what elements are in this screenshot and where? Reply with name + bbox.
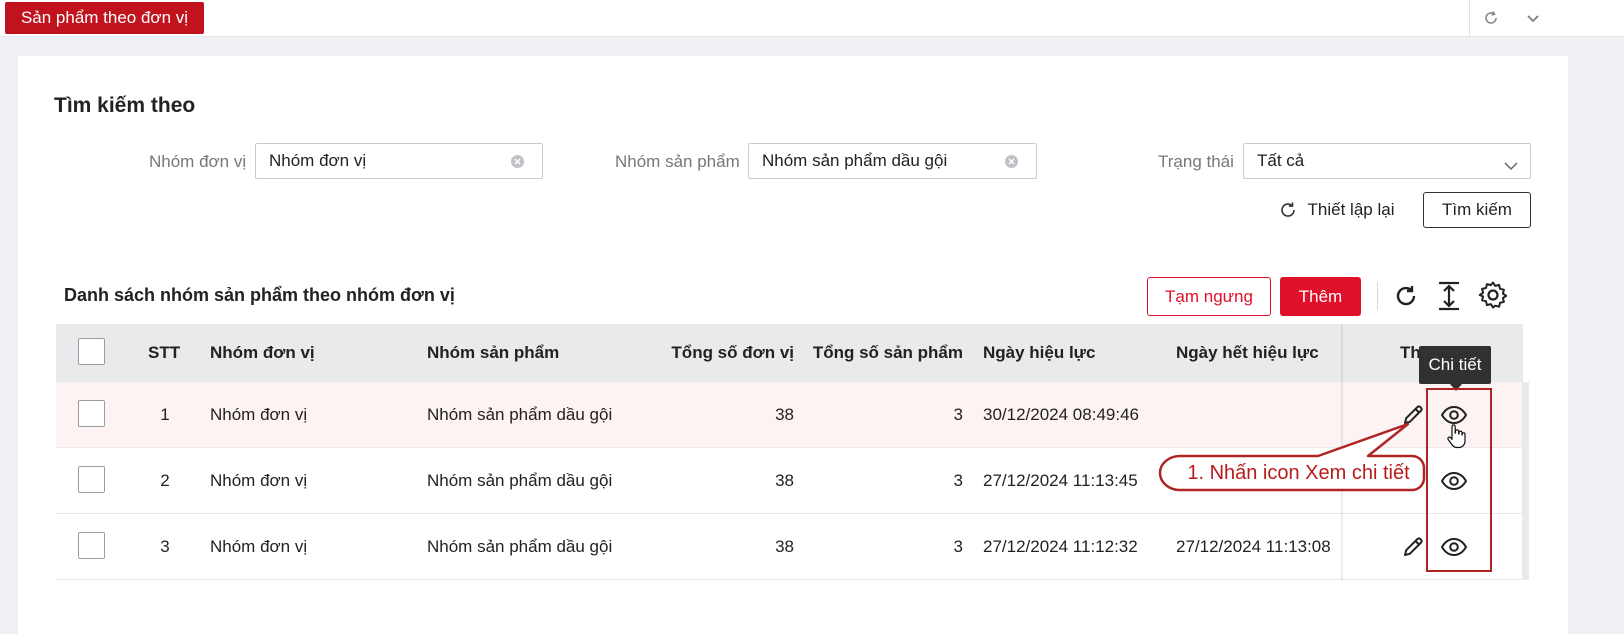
product-group-label: Nhóm sản phẩm	[615, 152, 740, 171]
cell-product-group: Nhóm sản phẩm dầu gội	[427, 470, 613, 490]
search-button[interactable]: Tìm kiếm	[1423, 192, 1531, 228]
cell-total-products: 3	[953, 404, 963, 424]
reset-icon	[1278, 200, 1298, 220]
unit-group-select[interactable]: Nhóm đơn vị	[255, 143, 543, 179]
column-header-product-group[interactable]: Nhóm sản phẩm	[427, 324, 559, 382]
scrollbar-track[interactable]	[1522, 382, 1529, 580]
product-group-value: Nhóm sản phẩm dầu gội	[762, 151, 948, 170]
cell-unit-group: Nhóm đơn vị	[210, 536, 308, 556]
table-header: STT Nhóm đơn vị Nhóm sản phẩm Tổng số đơ…	[56, 324, 1523, 382]
cell-unit-group: Nhóm đơn vị	[210, 470, 308, 490]
status-value: Tất cả	[1257, 151, 1305, 170]
status-label: Trạng thái	[1158, 152, 1234, 171]
cell-stt: 1	[160, 404, 170, 424]
list-title: Danh sách nhóm sản phẩm theo nhóm đơn vị	[64, 285, 455, 305]
product-group-select[interactable]: Nhóm sản phẩm dầu gội	[748, 143, 1037, 179]
cell-total-units: 38	[775, 536, 794, 556]
column-header-total-products[interactable]: Tổng số sản phẩm	[806, 324, 963, 382]
table-row[interactable]: 3 Nhóm đơn vị Nhóm sản phẩm dầu gội 38 3…	[56, 514, 1523, 580]
row-checkbox[interactable]	[78, 400, 105, 427]
reset-button[interactable]: Thiết lập lại	[1258, 192, 1414, 228]
cell-total-units: 38	[775, 470, 794, 490]
cell-total-products: 3	[953, 536, 963, 556]
cell-total-units: 38	[775, 404, 794, 424]
cell-total-products: 3	[953, 470, 963, 490]
refresh-icon[interactable]	[1477, 6, 1505, 30]
clear-icon[interactable]	[511, 155, 524, 168]
row-checkbox[interactable]	[78, 466, 105, 493]
column-header-total-units[interactable]: Tổng số đơn vị	[636, 324, 794, 382]
unit-group-label: Nhóm đơn vị	[149, 152, 247, 171]
search-section-title: Tìm kiếm theo	[54, 94, 196, 117]
cell-effective-date: 27/12/2024 11:13:45	[983, 470, 1138, 490]
chevron-down-icon[interactable]	[1519, 6, 1547, 30]
cell-effective-date: 27/12/2024 11:12:32	[983, 536, 1138, 556]
divider	[1469, 0, 1470, 36]
annotation-text: 1. Nhấn icon Xem chi tiết	[1187, 461, 1410, 484]
tab-san-pham-theo-don-vi[interactable]: Sản phẩm theo đơn vị	[5, 2, 204, 34]
suspend-button[interactable]: Tạm ngưng	[1147, 277, 1271, 316]
cell-expiry-date: 27/12/2024 11:13:08	[1176, 536, 1331, 556]
column-header-unit-group[interactable]: Nhóm đơn vị	[210, 324, 315, 382]
reload-icon[interactable]	[1390, 280, 1422, 312]
clear-icon[interactable]	[1005, 155, 1018, 168]
cell-unit-group: Nhóm đơn vị	[210, 404, 308, 424]
cell-product-group: Nhóm sản phẩm dầu gội	[427, 536, 613, 556]
column-header-expiry-date[interactable]: Ngày hết hiệu lực	[1176, 324, 1319, 382]
cell-effective-date: 30/12/2024 08:49:46	[983, 404, 1139, 424]
edit-pencil-icon[interactable]	[1398, 514, 1428, 579]
chevron-down-icon	[1504, 156, 1518, 176]
status-select[interactable]: Tất cả	[1243, 143, 1531, 179]
tooltip-chi-tiet: Chi tiết	[1419, 346, 1491, 391]
column-header-stt[interactable]: STT	[148, 324, 180, 382]
reset-label: Thiết lập lại	[1307, 200, 1395, 219]
column-header-effective-date[interactable]: Ngày hiệu lực	[983, 324, 1095, 382]
select-all-checkbox[interactable]	[78, 338, 105, 365]
cell-product-group: Nhóm sản phẩm dầu gội	[427, 404, 613, 424]
cell-stt: 3	[160, 536, 170, 556]
unit-group-value: Nhóm đơn vị	[269, 151, 367, 170]
add-button[interactable]: Thêm	[1280, 277, 1361, 316]
cell-stt: 2	[160, 470, 170, 490]
settings-gear-icon[interactable]	[1476, 278, 1510, 312]
divider	[1377, 282, 1378, 310]
row-checkbox[interactable]	[78, 532, 105, 559]
top-tab-bar: Sản phẩm theo đơn vị	[0, 0, 1624, 37]
row-height-icon[interactable]	[1434, 280, 1464, 312]
